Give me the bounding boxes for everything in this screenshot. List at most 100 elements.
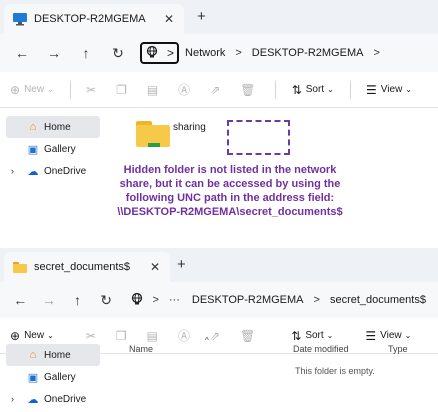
view-button[interactable]: ☰ View ⌄ [365, 329, 411, 343]
sort-label: Sort [305, 330, 324, 341]
trash-icon: 🗑︎ [240, 328, 256, 343]
chevron-right-icon: > [373, 47, 380, 59]
paste-button[interactable]: ▤ [147, 329, 162, 343]
sidebar-item-gallery[interactable]: ▣ Gallery [6, 366, 100, 388]
sidebar-item-onedrive[interactable]: › ☁ OneDrive [6, 388, 100, 410]
sidebar-item-home[interactable]: ⌂ Home [6, 344, 100, 366]
folder-icon[interactable] [136, 119, 170, 147]
sort-button[interactable]: ⇅ Sort ⌄ [292, 83, 334, 97]
sort-label: Sort [305, 84, 325, 95]
address-bar[interactable]: > ··· DESKTOP-R2MGEMA > secret_documents… [126, 288, 432, 312]
gallery-icon: ▣ [27, 371, 39, 384]
hidden-folder-placeholder [227, 120, 290, 155]
tab-secret-documents[interactable]: secret_documents$ ✕ [4, 252, 170, 282]
scissors-icon: ✂ [86, 82, 97, 97]
back-button[interactable]: ← [6, 43, 38, 63]
sidebar-item-onedrive[interactable]: › ☁ OneDrive [6, 160, 100, 182]
plus-circle-icon: ⊕ [10, 328, 21, 343]
view-label: View [380, 84, 403, 95]
navigation-bar: ← → ↑ ↻ > Network > DESKTOP-R2MGEMA > [0, 34, 438, 72]
sort-arrows-icon: ⇅ [291, 82, 302, 97]
new-label: New [24, 330, 45, 341]
chevron-right-icon: > [152, 294, 159, 306]
back-button[interactable]: ← [6, 290, 35, 310]
onedrive-cloud-icon: ☁ [27, 165, 39, 178]
chevron-right-icon[interactable]: › [11, 394, 14, 404]
share-button[interactable]: ⇗ [210, 83, 224, 97]
tab-strip: secret_documents$ ✕ + [0, 248, 438, 282]
navigation-bar: ← → ↑ ↻ > ··· DESKTOP-R2MGEMA > secret_d… [0, 282, 438, 318]
breadcrumb-desktop[interactable]: DESKTOP-R2MGEMA [246, 47, 370, 59]
refresh-button[interactable]: ↻ [92, 290, 121, 310]
tab-desktop[interactable]: DESKTOP-R2MGEMA ✕ [4, 4, 184, 34]
new-tab-button[interactable]: + [197, 9, 206, 25]
sidebar-item-label: Gallery [44, 143, 76, 155]
share-icon: ⇗ [209, 328, 221, 343]
chevron-right-icon[interactable]: › [11, 166, 14, 176]
network-globe-icon [145, 45, 159, 62]
sidebar-item-label: OneDrive [44, 393, 87, 405]
chevron-right-icon: > [313, 294, 320, 306]
paste-icon: ▤ [146, 328, 158, 343]
refresh-button[interactable]: ↻ [102, 43, 134, 63]
empty-folder-message: This folder is empty. [295, 366, 375, 376]
paste-icon: ▤ [146, 82, 159, 97]
sidebar-item-label: OneDrive [44, 165, 87, 177]
column-date-modified[interactable]: Date modified [293, 344, 349, 354]
cut-button[interactable]: ✂ [86, 329, 100, 343]
onedrive-cloud-icon: ☁ [27, 393, 39, 406]
sort-button[interactable]: ⇅ Sort ⌄ [291, 329, 333, 343]
forward-button[interactable]: → [35, 290, 64, 310]
location-root-button[interactable]: > [140, 42, 180, 64]
breadcrumb-secret-documents[interactable]: secret_documents$ [324, 294, 432, 306]
more-locations-button[interactable]: ··· [163, 294, 186, 306]
tab-title: secret_documents$ [34, 261, 130, 273]
column-type[interactable]: Type [388, 344, 408, 354]
annotation-text: Hidden folder is not listed in the netwo… [117, 164, 343, 218]
home-icon: ⌂ [29, 349, 37, 361]
breadcrumb-desktop[interactable]: DESKTOP-R2MGEMA [186, 294, 310, 306]
monitor-icon [12, 12, 28, 26]
column-name[interactable]: Name [129, 344, 153, 354]
close-tab-icon[interactable]: ✕ [148, 260, 162, 274]
gallery-icon: ▣ [27, 143, 39, 156]
sort-caret-icon: ^ [205, 336, 209, 345]
view-list-icon: ☰ [365, 328, 377, 343]
new-button[interactable]: ⊕ New ⌄ [10, 83, 54, 97]
chevron-right-icon: > [235, 47, 242, 59]
forward-button[interactable]: → [38, 43, 70, 63]
close-tab-icon[interactable]: ✕ [162, 12, 176, 26]
rename-button[interactable]: Ⓐ [178, 327, 194, 344]
bottom-explorer-window: secret_documents$ ✕ + ← → ↑ ↻ > ··· DESK… [0, 248, 438, 412]
sidebar-item-home[interactable]: ⌂ Home [6, 116, 100, 138]
address-bar[interactable]: > Network > DESKTOP-R2MGEMA > [140, 41, 384, 65]
sidebar-item-label: Gallery [44, 371, 76, 383]
command-bar: ⊕ New ⌄ ✂ ❐ ▤ Ⓐ ⇗ 🗑︎ ⇅ Sort ⌄ ☰ View ⌄ [0, 72, 438, 108]
cut-button[interactable]: ✂ [86, 83, 100, 97]
view-button[interactable]: ☰ View ⌄ [366, 83, 412, 97]
up-button[interactable]: ↑ [63, 290, 92, 310]
network-globe-icon [126, 292, 148, 309]
chevron-down-icon: ⌄ [405, 85, 412, 94]
share-icon: ⇗ [210, 82, 221, 97]
delete-button[interactable]: 🗑︎ [240, 83, 259, 97]
rename-button[interactable]: Ⓐ [178, 81, 194, 98]
share-button[interactable]: ⇗ [210, 329, 224, 343]
delete-button[interactable]: 🗑︎ [240, 329, 259, 343]
up-button[interactable]: ↑ [70, 43, 102, 63]
sort-arrows-icon: ⇅ [291, 328, 302, 343]
breadcrumb-network[interactable]: Network [179, 47, 231, 59]
new-button[interactable]: ⊕ New ⌄ [10, 329, 54, 343]
sidebar-item-gallery[interactable]: ▣ Gallery [6, 138, 100, 160]
copy-button[interactable]: ❐ [116, 83, 131, 97]
trash-icon: 🗑︎ [240, 82, 256, 97]
navigation-pane: ⌂ Home ▣ Gallery › ☁ OneDrive [6, 344, 100, 410]
copy-icon: ❐ [116, 82, 127, 97]
view-label: View [380, 330, 402, 341]
new-tab-button[interactable]: + [177, 257, 186, 273]
copy-button[interactable]: ❐ [116, 329, 131, 343]
plus-circle-icon: ⊕ [10, 82, 21, 97]
paste-button[interactable]: ▤ [147, 83, 162, 97]
chevron-down-icon: ⌄ [327, 85, 334, 94]
folder-label-sharing[interactable]: sharing [173, 122, 206, 133]
